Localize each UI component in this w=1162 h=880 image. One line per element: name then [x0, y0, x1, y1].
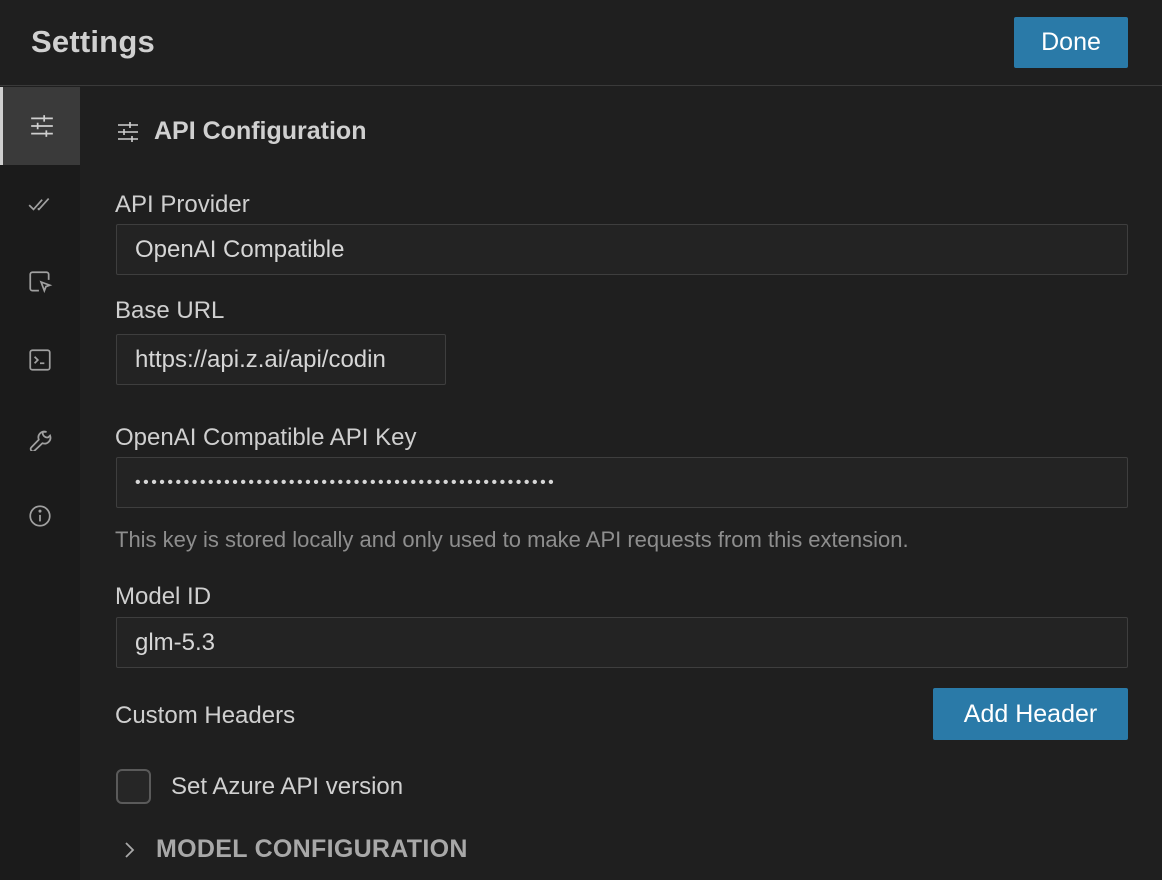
azure-api-version-checkbox[interactable]	[116, 769, 151, 804]
settings-content: API Configuration API Provider OpenAI Co…	[80, 87, 1162, 880]
section-title: API Configuration	[154, 117, 367, 145]
sidebar-item-browser[interactable]	[0, 243, 80, 321]
sidebar-item-terminal[interactable]	[0, 321, 80, 399]
sliders-icon	[118, 121, 138, 142]
model-configuration-toggle[interactable]: MODEL CONFIGURATION	[122, 835, 468, 864]
azure-api-version-row[interactable]: Set Azure API version	[116, 769, 403, 804]
sidebar-item-auto-approve[interactable]	[0, 165, 80, 243]
section-header: API Configuration	[116, 117, 366, 146]
custom-headers-label: Custom Headers	[115, 702, 296, 729]
api-provider-select[interactable]: OpenAI Compatible	[116, 224, 1128, 275]
model-id-input[interactable]: glm-5.3	[116, 617, 1128, 668]
azure-api-version-label: Set Azure API version	[171, 772, 404, 800]
info-icon	[29, 505, 51, 527]
page-title: Settings	[31, 24, 155, 59]
api-key-helper-text: This key is stored locally and only used…	[115, 527, 909, 552]
api-key-input[interactable]: ••••••••••••••••••••••••••••••••••••••••…	[116, 457, 1128, 508]
model-configuration-label: MODEL CONFIGURATION	[156, 835, 468, 863]
api-key-label: OpenAI Compatible API Key	[115, 424, 417, 451]
cursor-select-icon	[29, 271, 53, 294]
wrench-icon	[29, 430, 52, 451]
add-header-button[interactable]: Add Header	[933, 688, 1128, 740]
api-provider-label: API Provider	[115, 191, 250, 218]
check-all-icon	[28, 198, 50, 211]
settings-sidebar	[0, 87, 80, 880]
terminal-icon	[29, 349, 51, 371]
sidebar-item-tools[interactable]	[0, 399, 80, 477]
base-url-input[interactable]: https://api.z.ai/api/codin	[116, 334, 446, 385]
sidebar-item-api-configuration[interactable]	[0, 87, 80, 165]
settings-header: Settings Done	[0, 0, 1162, 86]
base-url-label: Base URL	[115, 297, 225, 324]
model-id-label: Model ID	[115, 583, 212, 610]
done-button[interactable]: Done	[1014, 17, 1128, 68]
chevron-right-icon	[125, 841, 135, 858]
sidebar-item-about[interactable]	[0, 477, 80, 555]
sliders-icon	[30, 115, 53, 137]
